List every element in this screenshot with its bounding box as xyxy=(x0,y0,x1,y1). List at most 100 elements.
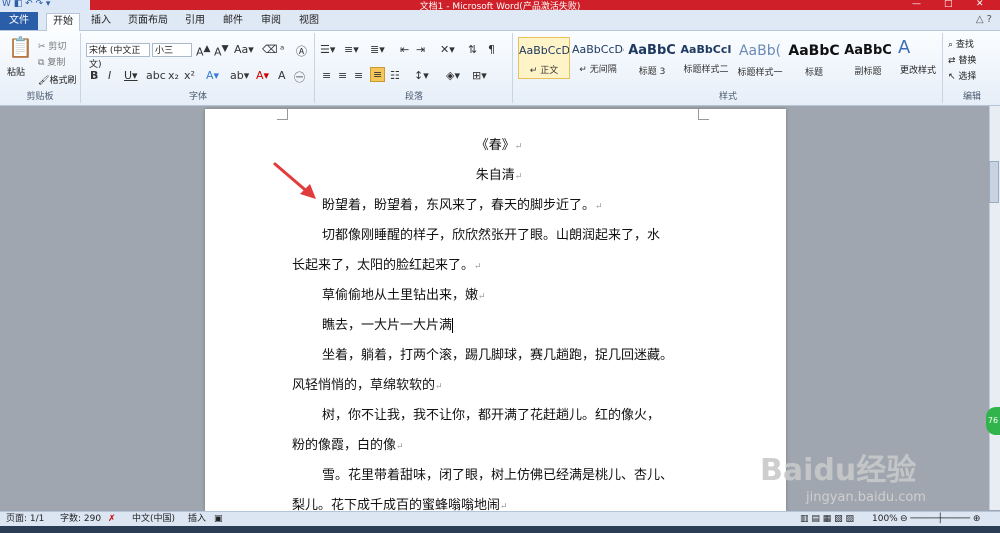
change-case-icon[interactable]: Aa▾ xyxy=(234,43,254,56)
style-no-spacing[interactable]: AaBbCcDd↵ 无间隔 xyxy=(572,37,624,79)
grow-font-icon[interactable]: A▲ xyxy=(196,43,211,59)
copy-icon: ⧉ xyxy=(38,58,45,68)
maximize-icon[interactable]: □ xyxy=(944,0,953,9)
tab-mailings[interactable]: 邮件 xyxy=(218,13,248,30)
format-painter-button[interactable]: 🖌格式刷 xyxy=(38,73,76,86)
align-right-icon[interactable]: ≡ xyxy=(354,69,363,82)
clear-format-icon[interactable]: ⌫ xyxy=(262,43,278,56)
side-float-button[interactable]: 76 xyxy=(986,407,1000,435)
clipboard-group: 📋 粘贴 ✂ 剪切 ⧉ 复制 🖌格式刷 剪贴板 xyxy=(0,33,81,103)
tab-view[interactable]: 视图 xyxy=(294,13,324,30)
scrollbar-thumb[interactable] xyxy=(989,161,999,203)
style-title[interactable]: AaBbC 标题 xyxy=(788,37,840,79)
change-styles-button[interactable]: 更改样式 xyxy=(900,63,936,76)
font-group: 宋体 (中文正文) 小三 A▲ A▼ Aa▾ ⌫ ᵃ Ⓐ B I U▾ abc … xyxy=(82,33,315,103)
borders-icon[interactable]: ⊞▾ xyxy=(472,69,487,82)
style-normal[interactable]: AaBbCcDd↵ 正文 xyxy=(518,37,570,79)
underline-icon[interactable]: U▾ xyxy=(124,69,138,82)
paste-button[interactable]: 粘贴 xyxy=(7,65,25,78)
copy-button[interactable]: ⧉ 复制 xyxy=(38,55,65,68)
zoom-slider[interactable]: ⊖ ─────┼───── ⊕ xyxy=(900,512,980,527)
word-count[interactable]: 字数: 290 xyxy=(60,512,101,527)
decrease-indent-icon[interactable]: ⇤ xyxy=(400,43,409,56)
style-heading-3[interactable]: AaBbC 标题 3 xyxy=(626,37,678,79)
zoom-level[interactable]: 100% xyxy=(872,512,898,527)
tab-review[interactable]: 审阅 xyxy=(256,13,286,30)
align-center-icon[interactable]: ≡ xyxy=(338,69,347,82)
doc-author: 朱自清↵ xyxy=(475,168,523,183)
bold-icon[interactable]: B xyxy=(90,69,98,82)
scissors-icon: ✂ xyxy=(38,42,46,52)
numbering-icon[interactable]: ≡▾ xyxy=(344,43,359,56)
annotation-arrow-icon xyxy=(273,162,316,199)
style-title-1[interactable]: AaBb(标题样式一 xyxy=(734,37,786,79)
show-marks-icon[interactable]: ¶ xyxy=(488,43,495,56)
tab-home[interactable]: 开始 xyxy=(46,13,80,31)
strikethrough-icon[interactable]: abc xyxy=(146,69,166,82)
tab-insert[interactable]: 插入 xyxy=(86,13,116,30)
select-icon: ↖ xyxy=(948,72,956,82)
paragraph-group-label: 段落 xyxy=(404,92,423,102)
paragraph-group: ☰▾ ≡▾ ≣▾ ⇤ ⇥ ✕▾ ⇅ ¶ ≡ ≡ ≡ ≡ ☷ ↕▾ ◈▾ ⊞▾ 段… xyxy=(316,33,513,103)
chinese-layout-icon[interactable]: ✕▾ xyxy=(440,43,455,56)
view-buttons[interactable]: ▥ ▤ ▦ ▧ ▨ xyxy=(800,512,854,527)
styles-group-label: 样式 xyxy=(718,92,737,102)
align-left-icon[interactable]: ≡ xyxy=(322,69,331,82)
doc-line: 风轻悄悄的，草绵软软的↵ xyxy=(292,378,443,393)
font-size-combo[interactable]: 小三 xyxy=(152,43,192,57)
styles-group: AaBbCcDd↵ 正文 AaBbCcDd↵ 无间隔 AaBbC标题 3 AaB… xyxy=(514,33,943,103)
italic-icon[interactable]: I xyxy=(108,69,111,82)
style-subtitle[interactable]: AaBbC 副标题 xyxy=(842,37,894,79)
tab-file[interactable]: 文件 xyxy=(0,12,38,30)
brush-icon: 🖌 xyxy=(38,76,50,86)
tab-references[interactable]: 引用 xyxy=(180,13,210,30)
doc-line: 雪。花里带着甜味，闭了眼，树上仿佛已经满是桃儿、杏儿、 xyxy=(322,468,674,483)
vertical-scrollbar[interactable] xyxy=(989,106,1000,510)
taskbar xyxy=(0,526,1000,533)
minimize-icon[interactable]: — xyxy=(912,0,921,9)
doc-line: 切都像刚睡醒的样子，欣欣然张开了眼。山朗润起来了，水 xyxy=(322,228,661,243)
macro-icon[interactable]: ▣ xyxy=(214,512,223,527)
document-body[interactable]: 《春》↵ 朱自清↵ 盼望着，盼望着，东风来了，春天的脚步近了。↵ 切都像刚睡醒的… xyxy=(292,131,706,521)
cut-button[interactable]: ✂ 剪切 xyxy=(38,39,66,52)
superscript-icon[interactable]: x² xyxy=(184,69,195,82)
distributed-icon[interactable]: ☷ xyxy=(390,69,400,82)
highlight-icon[interactable]: ab▾ xyxy=(230,69,249,82)
shrink-font-icon[interactable]: A▼ xyxy=(214,43,229,59)
ribbon: 📋 粘贴 ✂ 剪切 ⧉ 复制 🖌格式刷 剪贴板 宋体 (中文正文) 小三 A▲ … xyxy=(0,31,1000,106)
char-border-icon[interactable]: Ⓐ xyxy=(296,43,307,59)
replace-button[interactable]: ⇄ 替换 xyxy=(948,53,976,66)
doc-title: 《春》↵ xyxy=(475,138,523,153)
change-styles-icon[interactable]: A xyxy=(898,37,910,58)
select-button[interactable]: ↖ 选择 xyxy=(948,69,976,82)
paste-icon[interactable]: 📋 xyxy=(8,35,33,59)
sort-icon[interactable]: ⇅ xyxy=(468,43,477,56)
tab-page-layout[interactable]: 页面布局 xyxy=(124,13,172,30)
justify-icon[interactable]: ≡ xyxy=(370,67,386,82)
doc-line: 瞧去，一大片一大片满 xyxy=(322,318,454,333)
bullets-icon[interactable]: ☰▾ xyxy=(320,43,335,56)
page-count[interactable]: 页面: 1/1 xyxy=(6,512,44,527)
multilevel-list-icon[interactable]: ≣▾ xyxy=(370,43,385,56)
close-icon[interactable]: ✕ xyxy=(976,0,984,9)
text-effects-icon[interactable]: A▾ xyxy=(206,69,219,82)
phonetic-guide-icon[interactable]: ᵃ xyxy=(280,43,284,56)
language-status[interactable]: 中文(中国) xyxy=(132,512,175,527)
subscript-icon[interactable]: x₂ xyxy=(168,69,179,82)
increase-indent-icon[interactable]: ⇥ xyxy=(416,43,425,56)
status-bar: 页面: 1/1 字数: 290 ✗ 中文(中国) 插入 ▣ ▥ ▤ ▦ ▧ ▨ … xyxy=(0,511,1000,527)
style-title-2[interactable]: AaBbCcI 标题样式二 xyxy=(680,37,732,79)
doc-line: 粉的像霞，白的像↵ xyxy=(292,438,404,453)
proofing-icon[interactable]: ✗ xyxy=(108,512,116,527)
font-name-combo[interactable]: 宋体 (中文正文) xyxy=(86,43,150,70)
help-icon[interactable]: △ ? xyxy=(976,14,992,25)
enclose-char-icon[interactable]: ㊀ xyxy=(294,69,305,85)
line-spacing-icon[interactable]: ↕▾ xyxy=(414,69,429,82)
char-shading-icon[interactable]: A xyxy=(278,69,286,82)
find-button[interactable]: ⌕ 查找 xyxy=(948,37,974,50)
shading-icon[interactable]: ◈▾ xyxy=(446,69,460,82)
doc-line: 树，你不让我，我不让你，都开满了花赶趟儿。红的像火， xyxy=(322,408,661,423)
doc-line: 盼望着，盼望着，东风来了，春天的脚步近了。↵ xyxy=(322,198,603,213)
insert-mode[interactable]: 插入 xyxy=(188,512,206,527)
font-color-icon[interactable]: A▾ xyxy=(256,69,269,82)
